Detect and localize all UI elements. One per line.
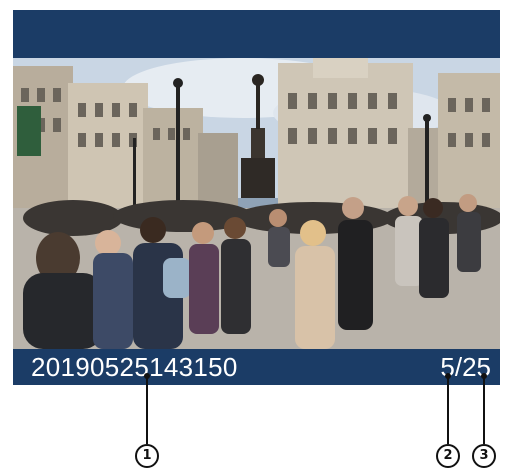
counter-separator: / (454, 352, 463, 382)
callout-3-marker: 3 (472, 444, 496, 468)
callout-2-line (447, 376, 449, 444)
info-bar: 20190525143150 5/25 (13, 349, 500, 385)
callout-1-marker: 1 (135, 444, 159, 468)
total-images: 25 (462, 352, 491, 382)
callout-2-marker: 2 (436, 444, 460, 468)
file-number: 20190525143150 (31, 352, 238, 382)
callout-1-line (146, 376, 148, 444)
playback-screen: 20190525143150 5/25 (13, 10, 500, 385)
callout-3-line (483, 376, 485, 444)
header-bar (13, 10, 500, 58)
street-crowd-photo (13, 58, 500, 349)
playback-photo (13, 58, 500, 349)
